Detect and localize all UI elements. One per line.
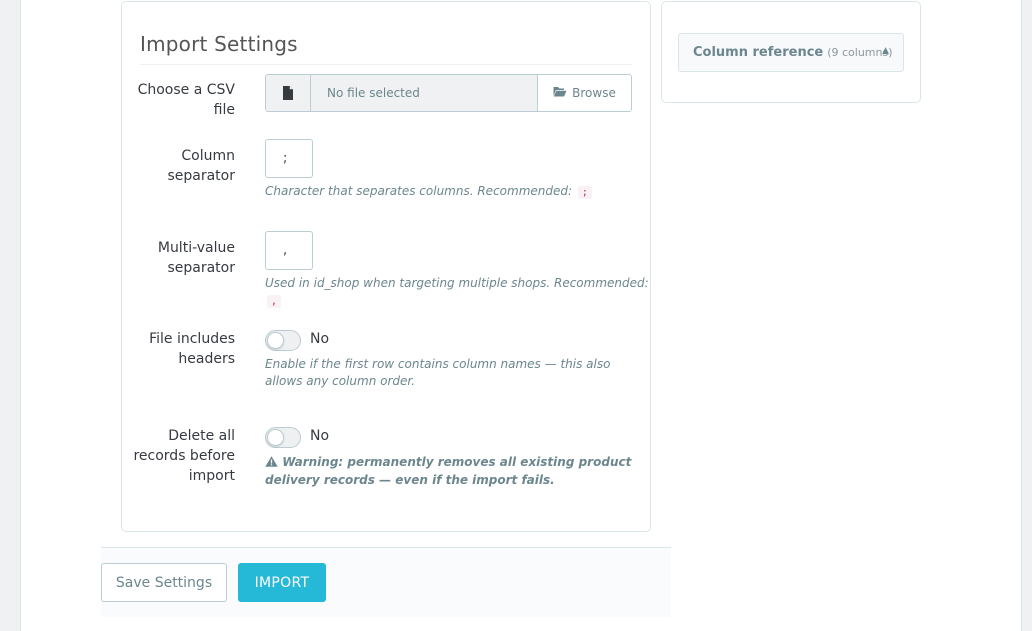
- import-settings-card: Import Settings Choose a CSV file No fil…: [121, 1, 651, 532]
- multi-value-separator-input[interactable]: ,: [265, 231, 313, 270]
- multi-value-separator-label: Multi-value separator: [157, 240, 235, 276]
- delete-all-toggle-state: No: [310, 428, 330, 444]
- multi-value-separator-help: Used in id_shop when targeting multiple …: [265, 275, 650, 310]
- import-button[interactable]: IMPORT: [238, 563, 326, 602]
- browse-label: Browse: [572, 86, 616, 100]
- delete-all-label: Delete all records before import: [133, 428, 235, 484]
- file-name-display: No file selected: [311, 75, 537, 111]
- delete-all-warning: Warning: permanently removes all existin…: [265, 453, 635, 489]
- toggle-knob: [267, 429, 284, 446]
- multi-value-separator-recommended: ,: [267, 295, 282, 308]
- column-reference-accordion[interactable]: Column reference (9 columns) ▲: [678, 33, 904, 72]
- file-icon: [266, 75, 311, 111]
- accordion-title: Column reference: [693, 45, 824, 60]
- warning-icon: [265, 455, 282, 469]
- browse-button[interactable]: Browse: [537, 75, 631, 111]
- title-divider: [140, 64, 632, 65]
- headers-label: File includes headers: [149, 331, 235, 367]
- folder-open-icon: [553, 86, 567, 100]
- delete-all-toggle[interactable]: [265, 427, 301, 448]
- toggle-knob: [267, 332, 284, 349]
- csv-file-label: Choose a CSV file: [137, 82, 235, 118]
- column-separator-label: Column separator: [167, 148, 235, 184]
- form-footer: Save Settings IMPORT: [101, 547, 671, 617]
- csv-file-input[interactable]: No file selected Browse: [265, 74, 632, 112]
- headers-help: Enable if the first row contains column …: [265, 357, 611, 388]
- delete-all-warning-text: Warning: permanently removes all existin…: [265, 455, 632, 487]
- save-settings-button[interactable]: Save Settings: [101, 563, 227, 602]
- column-separator-input[interactable]: ;: [265, 139, 313, 178]
- multi-value-separator-help-text: Used in id_shop when targeting multiple …: [265, 276, 649, 290]
- column-separator-help-text: Character that separates columns. Recomm…: [265, 184, 573, 198]
- column-separator-help: Character that separates columns. Recomm…: [265, 183, 592, 201]
- page-title: Import Settings: [140, 32, 298, 56]
- headers-toggle-state: No: [310, 331, 330, 347]
- column-reference-card: Column reference (9 columns) ▲: [661, 1, 921, 103]
- headers-toggle[interactable]: [265, 330, 301, 351]
- column-separator-recommended: ;: [577, 186, 592, 199]
- caret-up-icon: ▲: [882, 46, 889, 56]
